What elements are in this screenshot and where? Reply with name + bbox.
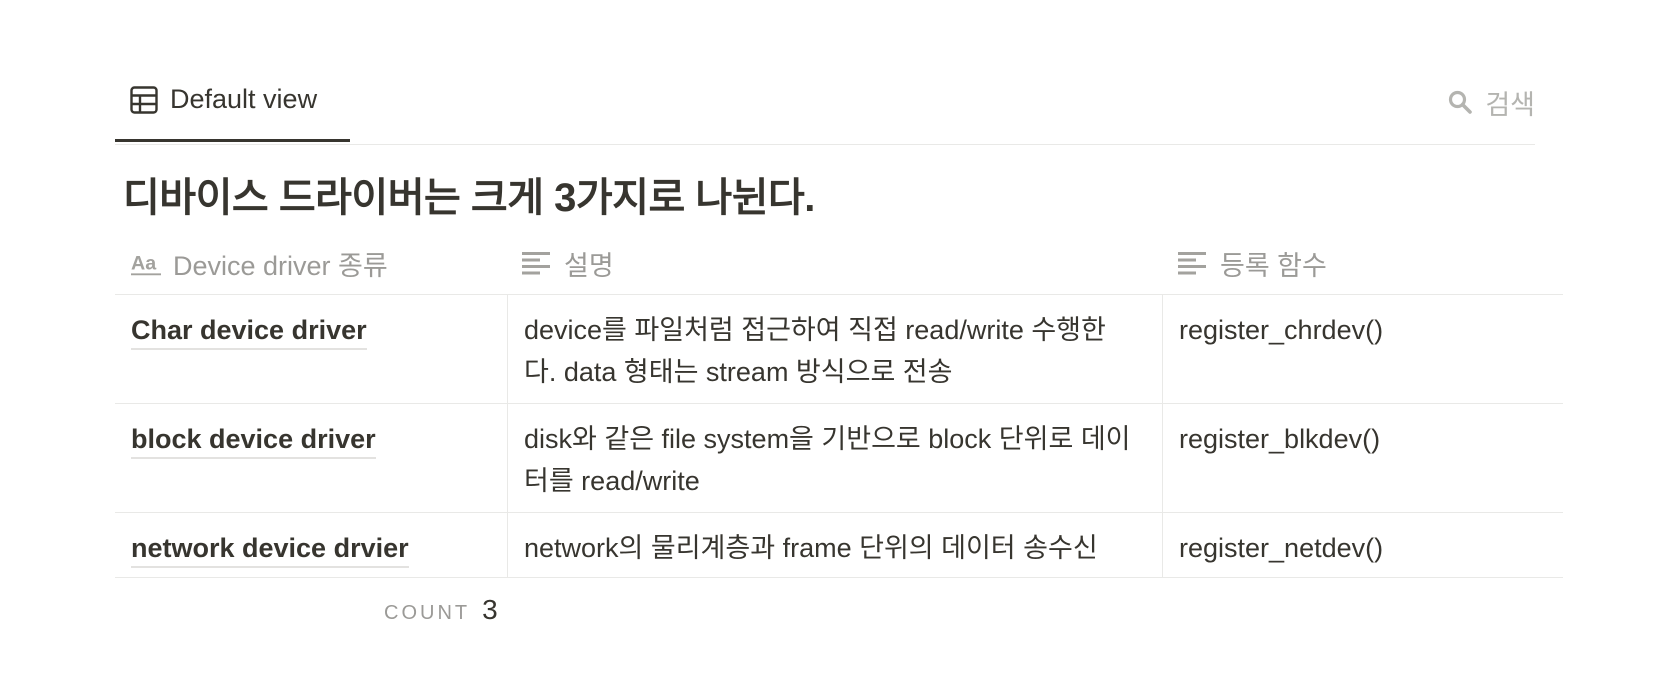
count-value: 3 xyxy=(482,594,498,625)
table-row[interactable]: network device drvier network의 물리계층과 fra… xyxy=(115,513,1563,578)
cell-driver-type[interactable]: Char device driver xyxy=(115,295,507,403)
text-property-icon xyxy=(522,251,552,275)
cell-driver-type[interactable]: network device drvier xyxy=(115,513,507,577)
row-title-link[interactable]: Char device driver xyxy=(131,312,367,350)
cell-driver-type[interactable]: block device driver xyxy=(115,404,507,512)
column-header-register-function[interactable]: 등록 함수 xyxy=(1162,232,1563,294)
database-title[interactable]: 디바이스 드라이버는 크게 3가지로 나뉜다. xyxy=(123,165,815,223)
cell-register-function[interactable]: register_chrdev() xyxy=(1162,295,1563,403)
database-table: Aa Device driver 종류 설명 등록 함수 Char device… xyxy=(115,232,1563,578)
column-header-label: Device driver 종류 xyxy=(173,250,388,281)
column-header-label: 설명 xyxy=(564,250,614,281)
column-header-driver-type[interactable]: Aa Device driver 종류 xyxy=(115,232,507,294)
row-title-link[interactable]: block device driver xyxy=(131,421,376,459)
tab-label: Default view xyxy=(170,84,318,114)
table-icon xyxy=(130,85,158,114)
cell-description[interactable]: network의 물리계층과 frame 단위의 데이터 송수신 xyxy=(507,513,1162,577)
row-title-link[interactable]: network device drvier xyxy=(131,530,409,568)
cell-register-function[interactable]: register_netdev() xyxy=(1162,513,1563,577)
svg-text:Aa: Aa xyxy=(131,253,157,275)
search-icon xyxy=(1447,89,1473,115)
search-button[interactable]: 검색 xyxy=(1447,60,1535,144)
column-header-label: 등록 함수 xyxy=(1220,250,1327,281)
column-header-description[interactable]: 설명 xyxy=(507,232,1162,294)
title-property-icon: Aa xyxy=(131,251,161,276)
search-label: 검색 xyxy=(1485,89,1535,120)
cell-register-function[interactable]: register_blkdev() xyxy=(1162,404,1563,512)
count-label: COUNT xyxy=(384,602,471,624)
cell-description[interactable]: device를 파일처럼 접근하여 직접 read/write 수행한다. da… xyxy=(507,295,1162,403)
table-row[interactable]: Char device driver device를 파일처럼 접근하여 직접 … xyxy=(115,295,1563,404)
text-property-icon xyxy=(1178,251,1208,275)
tab-default-view[interactable]: Default view xyxy=(115,60,350,142)
view-bar: Default view 검색 xyxy=(115,60,1535,145)
table-row[interactable]: block device driver disk와 같은 file system… xyxy=(115,404,1563,513)
database-view: Default view 검색 디바이스 드라이버는 크게 3가지로 나뉜다. … xyxy=(0,0,1678,686)
cell-description[interactable]: disk와 같은 file system을 기반으로 block 단위로 데이터… xyxy=(507,404,1162,512)
table-header: Aa Device driver 종류 설명 등록 함수 xyxy=(115,232,1563,295)
row-count[interactable]: COUNT 3 xyxy=(384,594,498,626)
